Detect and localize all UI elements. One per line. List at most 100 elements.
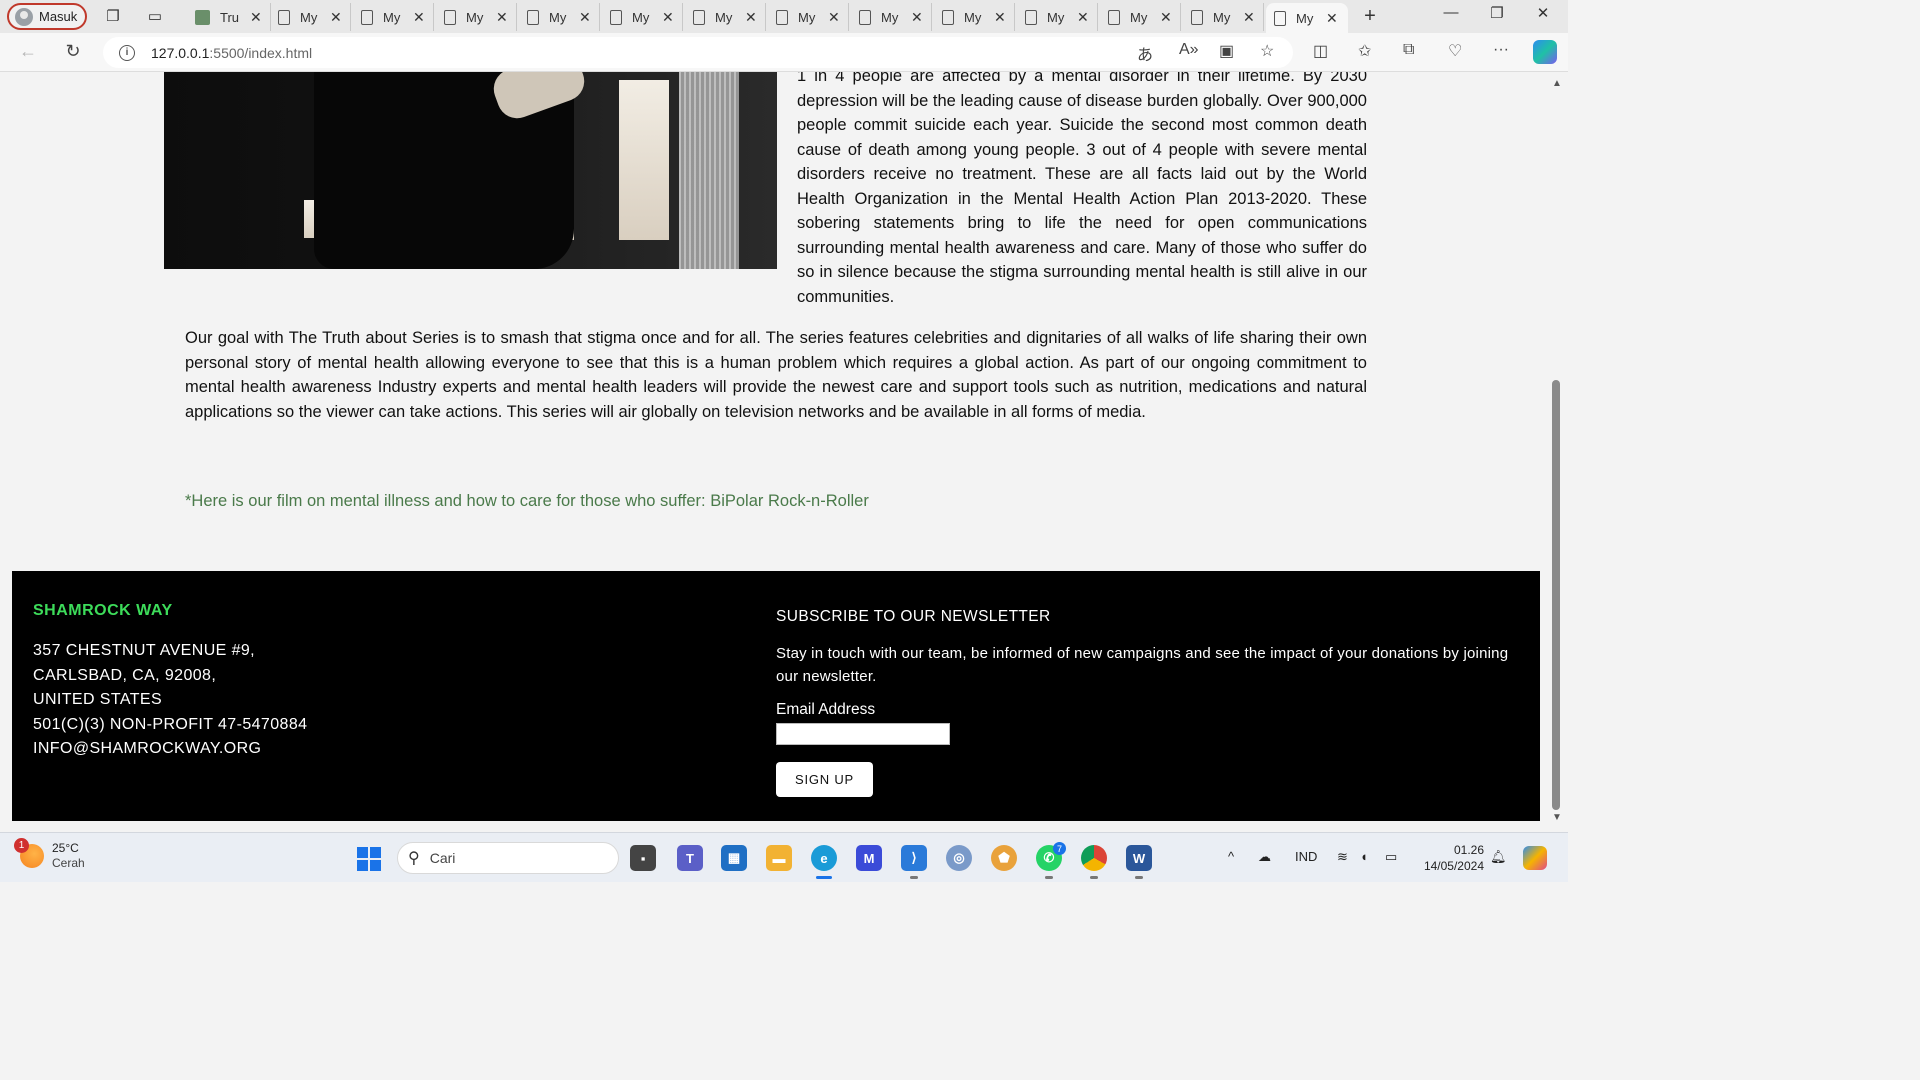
tab-actions-icon[interactable]: ▭: [145, 6, 165, 26]
page-scrollbar[interactable]: ▲ ▼: [1548, 72, 1568, 832]
contact-email[interactable]: INFO@SHAMROCKWAY.ORG: [33, 737, 307, 762]
battery-icon[interactable]: ▭: [1385, 849, 1397, 865]
close-icon[interactable]: ✕: [1243, 9, 1255, 26]
film-link[interactable]: *Here is our film on mental illness and …: [185, 492, 869, 511]
notification-bell-icon[interactable]: 🔔︎: [1490, 849, 1507, 865]
immersive-reader-icon[interactable]: ▣: [1219, 41, 1234, 61]
email-field[interactable]: [776, 723, 950, 745]
windows-start-icon[interactable]: [357, 847, 381, 871]
page-icon: [1274, 10, 1286, 26]
close-icon[interactable]: ✕: [330, 9, 342, 26]
footer: SHAMROCK WAY 357 CHESTNUT AVENUE #9, CAR…: [12, 571, 1540, 821]
chevron-up-icon[interactable]: ^: [1228, 849, 1234, 864]
address-bar: ← ↻ i 127.0.0.1:5500/index.html あ A» ▣ ☆…: [0, 33, 1568, 72]
tab-item[interactable]: My ✕: [685, 3, 766, 31]
globe-app-icon[interactable]: ◎: [946, 845, 972, 871]
taskbar-search[interactable]: ⚲ Cari: [397, 842, 619, 874]
copilot-icon[interactable]: [1533, 40, 1557, 64]
page-icon: [942, 9, 954, 25]
copilot-pre-icon[interactable]: [1523, 846, 1547, 870]
close-icon[interactable]: ✕: [1326, 10, 1338, 27]
favorites-icon[interactable]: ✩: [1358, 41, 1371, 61]
task-view-icon[interactable]: ▪: [630, 845, 656, 871]
minimize-icon[interactable]: —: [1428, 4, 1474, 21]
tab-item[interactable]: My ✕: [353, 3, 434, 31]
back-icon[interactable]: ←: [16, 41, 40, 62]
close-icon[interactable]: ✕: [1077, 9, 1089, 26]
close-icon[interactable]: ✕: [745, 9, 757, 26]
store-icon[interactable]: ▦: [721, 845, 747, 871]
tab-item[interactable]: My ✕: [1100, 3, 1181, 31]
language-indicator[interactable]: IND: [1295, 849, 1317, 864]
reload-icon[interactable]: ↻: [61, 41, 85, 62]
clock-time: 01.26: [1453, 843, 1484, 857]
tab-item[interactable]: My ✕: [602, 3, 683, 31]
more-icon[interactable]: ···: [1493, 41, 1509, 59]
pentagon-app-icon[interactable]: ⬟: [991, 845, 1017, 871]
chrome-icon[interactable]: [1081, 845, 1107, 879]
restore-icon[interactable]: ❐: [1474, 4, 1520, 22]
close-icon[interactable]: ✕: [994, 9, 1006, 26]
close-icon[interactable]: ✕: [828, 9, 840, 26]
onedrive-icon[interactable]: ☁: [1258, 849, 1271, 865]
tab-item[interactable]: My ✕: [270, 3, 351, 31]
tab-label: My: [466, 9, 484, 25]
notification-badge: 1: [14, 838, 29, 853]
system-clock[interactable]: 01.26 14/05/2024: [1420, 842, 1484, 874]
wifi-icon[interactable]: ≋: [1337, 849, 1348, 865]
close-icon[interactable]: ✕: [1160, 9, 1172, 26]
page-icon: [1025, 9, 1037, 25]
nonprofit-id: 501(C)(3) NON-PROFIT 47-5470884: [33, 715, 308, 733]
star-icon[interactable]: ☆: [1260, 41, 1274, 61]
new-tab-icon[interactable]: +: [1360, 5, 1380, 27]
series-goal-paragraph: Our goal with The Truth about Series is …: [185, 329, 1367, 421]
tab-item[interactable]: Tru ✕: [187, 3, 271, 31]
split-screen-icon[interactable]: ◫: [1313, 41, 1328, 61]
vscode-icon[interactable]: ⟩: [901, 845, 927, 879]
word-icon[interactable]: W: [1126, 845, 1152, 879]
page-icon: [859, 9, 871, 25]
file-explorer-icon[interactable]: ▬: [766, 845, 792, 871]
tab-item[interactable]: My ✕: [1017, 3, 1098, 31]
close-icon[interactable]: ✕: [662, 9, 674, 26]
site-info-icon[interactable]: i: [119, 44, 135, 61]
volume-icon[interactable]: ◖: [1360, 849, 1368, 864]
close-icon[interactable]: ✕: [496, 9, 508, 26]
performance-icon[interactable]: ♡: [1448, 41, 1462, 61]
tab-label: Tru: [220, 9, 240, 25]
tab-item[interactable]: My ✕: [768, 3, 849, 31]
tab-item[interactable]: My ✕: [436, 3, 517, 31]
tab-item[interactable]: My ✕: [934, 3, 1015, 31]
tab-label: My: [1047, 9, 1065, 25]
collections-icon[interactable]: ⧉: [1403, 41, 1414, 59]
url-text: 127.0.0.1:5500/index.html: [151, 45, 312, 61]
close-icon[interactable]: ✕: [413, 9, 425, 26]
scroll-down-icon[interactable]: ▼: [1552, 812, 1562, 823]
scrollbar-thumb[interactable]: [1552, 380, 1560, 810]
url-field[interactable]: i 127.0.0.1:5500/index.html: [103, 37, 1293, 68]
footer-brand: SHAMROCK WAY: [33, 602, 173, 619]
page-icon: [1108, 9, 1120, 25]
tab-item[interactable]: My ✕: [519, 3, 600, 31]
vscode-insiders-icon[interactable]: M: [856, 845, 882, 871]
window-close-icon[interactable]: ✕: [1520, 4, 1566, 22]
translate-icon[interactable]: あ: [1137, 41, 1153, 65]
weather-widget[interactable]: 1 25°C Cerah: [14, 838, 85, 871]
page-content: 1 in 4 people are affected by a mental d…: [0, 72, 1548, 832]
url-host: 127.0.0.1: [151, 44, 210, 61]
teams-icon[interactable]: T: [677, 845, 703, 871]
close-icon[interactable]: ✕: [579, 9, 591, 26]
tab-label: My: [1213, 9, 1231, 25]
tab-item[interactable]: My ✕: [851, 3, 932, 31]
profile-button[interactable]: Masuk: [7, 3, 87, 30]
edge-icon[interactable]: e: [811, 845, 837, 879]
read-aloud-icon[interactable]: A»: [1179, 41, 1199, 59]
weather-sun-icon: 1: [14, 838, 44, 868]
scroll-up-icon[interactable]: ▲: [1552, 78, 1562, 89]
workspaces-icon[interactable]: ❐: [103, 6, 123, 26]
tab-item-active[interactable]: My ✕: [1266, 3, 1348, 33]
tab-item[interactable]: My ✕: [1183, 3, 1264, 31]
close-icon[interactable]: ✕: [250, 9, 262, 26]
signup-button[interactable]: SIGN UP: [776, 762, 873, 797]
close-icon[interactable]: ✕: [911, 9, 923, 26]
